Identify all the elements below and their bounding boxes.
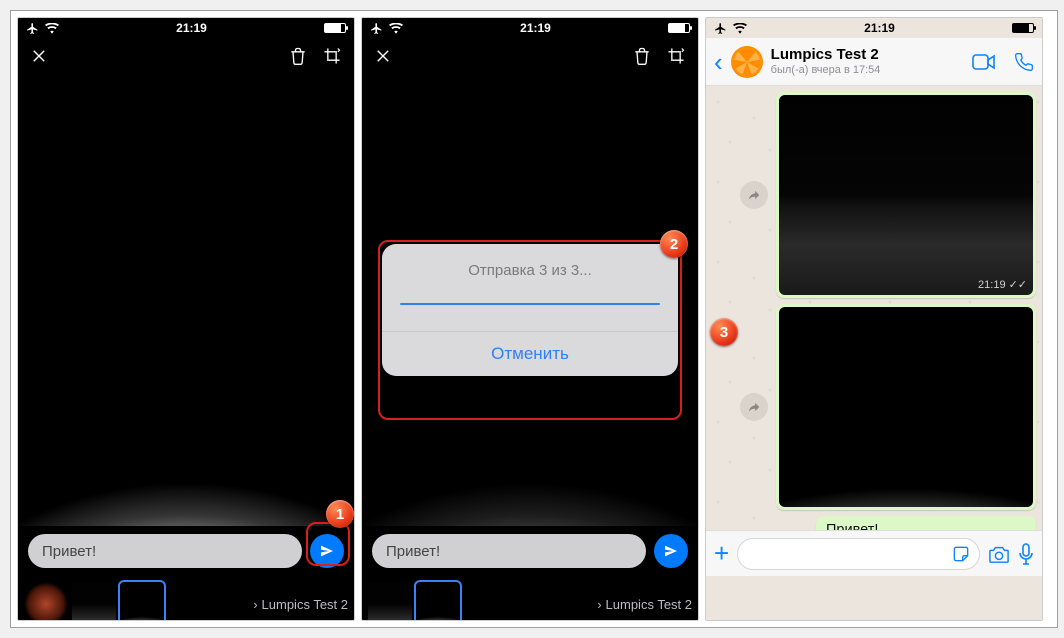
voice-call-icon[interactable]	[1014, 52, 1034, 72]
clock: 21:19	[864, 21, 895, 35]
thumbnail-strip: › Lumpics Test 2	[18, 576, 354, 621]
status-bar: 21:19	[362, 18, 698, 38]
phone-3: 21:19 ‹ Lumpics Test 2 был(-а) вчера в 1…	[705, 17, 1043, 621]
forward-icon[interactable]	[740, 181, 768, 209]
editor-topbar	[18, 38, 354, 74]
caption-row: Привет!	[18, 526, 354, 576]
battery-icon	[324, 23, 346, 33]
avatar[interactable]	[731, 46, 763, 78]
callout-badge-3: 3	[710, 318, 738, 346]
photo-preview	[18, 74, 354, 526]
airplane-icon	[370, 22, 383, 35]
message-input[interactable]	[737, 538, 980, 570]
last-seen: был(-а) вчера в 17:54	[771, 64, 881, 76]
battery-icon	[1012, 23, 1034, 33]
mic-icon[interactable]	[1018, 543, 1034, 565]
video-call-icon[interactable]	[972, 52, 996, 72]
tutorial-frame: 21:19 Привет! › Lumpics Test 2	[10, 10, 1058, 628]
status-bar: 21:19	[18, 18, 354, 38]
clock: 21:19	[176, 21, 207, 35]
send-button[interactable]	[654, 534, 688, 568]
sending-dialog: Отправка 3 из 3... Отменить	[382, 244, 678, 376]
phone-1: 21:19 Привет! › Lumpics Test 2	[17, 17, 355, 621]
back-icon[interactable]: ‹	[714, 49, 723, 75]
trash-icon[interactable]	[632, 46, 652, 66]
recipient-label[interactable]: › Lumpics Test 2	[597, 597, 692, 612]
wifi-icon	[389, 23, 403, 34]
image-message-1[interactable]: 21:19✓✓	[776, 92, 1036, 298]
dialog-cancel-button[interactable]: Отменить	[382, 332, 678, 376]
camera-icon[interactable]	[988, 544, 1010, 564]
thumb-2[interactable]	[368, 582, 412, 621]
status-bar: 21:19	[706, 18, 1042, 38]
dialog-title: Отправка 3 из 3...	[382, 244, 678, 303]
chat-header: ‹ Lumpics Test 2 был(-а) вчера в 17:54	[706, 38, 1042, 86]
wifi-icon	[45, 23, 59, 34]
sticker-icon[interactable]	[951, 544, 971, 564]
image-message-2[interactable]	[776, 304, 1036, 510]
recipient-label[interactable]: › Lumpics Test 2	[253, 597, 348, 612]
contact-name[interactable]: Lumpics Test 2	[771, 47, 881, 64]
airplane-icon	[26, 22, 39, 35]
trash-icon[interactable]	[288, 46, 308, 66]
message-image	[779, 307, 1033, 507]
chat-input-bar: +	[706, 530, 1042, 576]
caption-input[interactable]: Привет!	[372, 534, 646, 568]
message-image: 21:19✓✓	[779, 95, 1033, 295]
callout-badge-2: 2	[660, 230, 688, 258]
thumbnail-strip: › Lumpics Test 2	[362, 576, 698, 621]
thumb-3-selected[interactable]	[416, 582, 460, 621]
close-icon[interactable]	[30, 47, 48, 65]
crop-rotate-icon[interactable]	[666, 46, 686, 66]
thumb-1[interactable]	[24, 582, 68, 621]
caption-input[interactable]: Привет!	[28, 534, 302, 568]
phone-2: 21:19 Привет! › Lumpics Test 2	[361, 17, 699, 621]
wifi-icon	[733, 23, 747, 34]
caption-value: Привет!	[386, 543, 440, 560]
thumb-3-selected[interactable]	[120, 582, 164, 621]
chevron-right-icon: ›	[597, 597, 601, 612]
caption-value: Привет!	[42, 543, 96, 560]
msg-time: 21:19	[978, 279, 1006, 291]
check-icon: ✓✓	[1009, 278, 1027, 291]
send-button[interactable]	[310, 534, 344, 568]
clock: 21:19	[520, 21, 551, 35]
airplane-icon	[714, 22, 727, 35]
attach-icon[interactable]: +	[714, 538, 729, 569]
callout-badge-1: 1	[326, 500, 354, 528]
crop-rotate-icon[interactable]	[322, 46, 342, 66]
chat-body[interactable]: 21:19✓✓ Привет! 21:19 ✓✓ +	[706, 86, 1042, 576]
close-icon[interactable]	[374, 47, 392, 65]
caption-row: Привет!	[362, 526, 698, 576]
thumb-2[interactable]	[72, 582, 116, 621]
battery-icon	[668, 23, 690, 33]
chevron-right-icon: ›	[253, 597, 257, 612]
editor-topbar	[362, 38, 698, 74]
forward-icon[interactable]	[740, 393, 768, 421]
